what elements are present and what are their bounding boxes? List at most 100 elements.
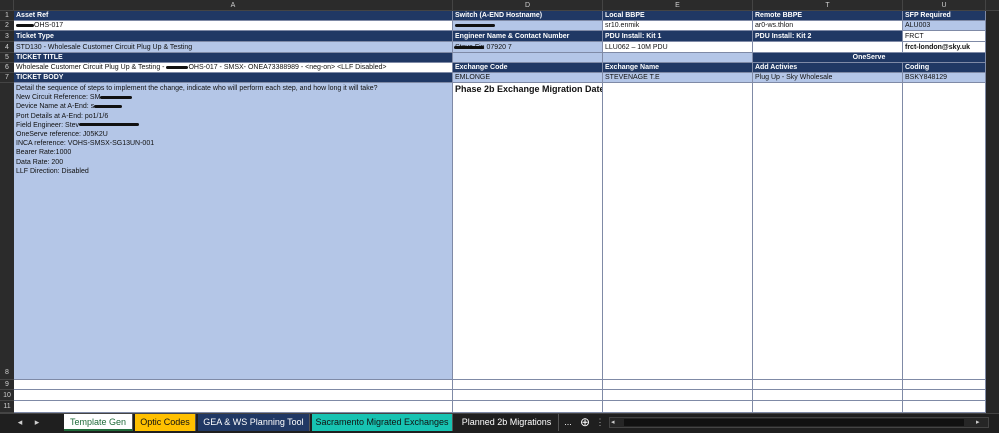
cell-pdu-kit2-label[interactable]: PDU Install: Kit 2 xyxy=(753,31,903,42)
cell-switch-value[interactable] xyxy=(453,21,603,31)
cell-ticket-body-value[interactable]: Detail the sequence of steps to implemen… xyxy=(14,83,453,380)
redaction-mark xyxy=(94,105,123,109)
body-line-bearer: Bearer Rate:1000 xyxy=(16,149,72,157)
redaction-mark xyxy=(166,65,189,69)
cell-switch-label[interactable]: Switch (A-END Hostname) xyxy=(453,11,603,21)
select-all-corner[interactable] xyxy=(0,0,14,11)
tab-scroll-left-icon[interactable]: ◂ xyxy=(12,414,28,431)
row-header-10[interactable]: 10 xyxy=(0,390,14,401)
scrollbar-thumb[interactable] xyxy=(624,419,964,426)
ticket-title-suffix: OHS-017 - SMSX- ONEA73388989 - <neg-on> … xyxy=(188,64,387,71)
body-line-circuit-wrap: New Circuit Reference: SM xyxy=(16,93,450,102)
column-header-bar: A D E T U xyxy=(0,0,999,11)
gridline xyxy=(902,380,903,413)
row-header-9[interactable]: 9 xyxy=(0,380,14,390)
cell-exchange-code-label[interactable]: Exchange Code xyxy=(453,63,603,73)
cell-local-bbpe-value[interactable]: sr10.enmik xyxy=(603,21,753,31)
cell-local-bbpe-label[interactable]: Local BBPE xyxy=(603,11,753,21)
column-header-t[interactable]: T xyxy=(753,0,903,11)
vertical-scrollbar[interactable] xyxy=(986,11,999,413)
body-intro: Detail the sequence of steps to implemen… xyxy=(16,85,378,92)
scroll-right-arrow-icon[interactable]: ▸ xyxy=(976,419,984,426)
cell-frct-email[interactable]: frct-london@sky.uk xyxy=(903,42,986,53)
cell-t8-empty[interactable] xyxy=(753,83,903,380)
cell-remote-bbpe-value[interactable]: ar0-ws.thlon xyxy=(753,21,903,31)
column-header-a[interactable]: A xyxy=(14,0,453,11)
horizontal-scrollbar[interactable]: ◂ ▸ xyxy=(609,417,989,428)
cell-add-activities-value[interactable]: Plug Up - Sky Wholesale xyxy=(753,73,903,83)
body-line-port: Port Details at A-End: po1/1/6 xyxy=(16,112,109,120)
cell-coding-label[interactable]: Coding xyxy=(903,63,986,73)
cell-e5-empty[interactable] xyxy=(603,53,753,63)
row-9-cells[interactable] xyxy=(14,380,986,390)
redaction-mark xyxy=(16,23,34,27)
row-header-11[interactable]: 11 xyxy=(0,401,14,413)
cell-e8-empty[interactable] xyxy=(603,83,753,380)
asset-ref-text: OHS-017 xyxy=(34,22,64,29)
cell-pdu-kit1-label[interactable]: PDU Install: Kit 1 xyxy=(603,31,753,42)
cell-u8-empty[interactable] xyxy=(903,83,986,380)
cell-ticket-type-label[interactable]: Ticket Type xyxy=(14,31,453,42)
redaction-mark xyxy=(453,45,484,49)
row-10-cells[interactable] xyxy=(14,390,986,401)
body-line-llf: LLF Direction: Disabled xyxy=(16,167,89,175)
cell-migration-date-label[interactable]: Phase 2b Exchange Migration Date: xyxy=(453,83,603,380)
tab-planned-2b-migrations[interactable]: Planned 2b Migrations xyxy=(455,414,559,431)
cell-sfp-label[interactable]: SFP Required xyxy=(903,11,986,21)
row-11-cells[interactable] xyxy=(14,401,986,413)
cell-oneserve-merged-label[interactable]: OneServe xyxy=(753,53,986,63)
ticket-title-prefix: Wholesale Customer Circuit Plug Up & Tes… xyxy=(16,64,167,71)
tab-template-gen[interactable]: Template Gen xyxy=(64,414,133,431)
gridline xyxy=(752,380,753,413)
tab-scroll-right-icon[interactable]: ▸ xyxy=(29,414,45,431)
cell-engineer-label[interactable]: Engineer Name & Contact Number xyxy=(453,31,603,42)
body-line-engineer: Field Engineer: Stev xyxy=(16,121,80,129)
row-header-6[interactable]: 6 xyxy=(0,63,14,73)
cell-exchange-name-label[interactable]: Exchange Name xyxy=(603,63,753,73)
cell-ticket-title-value[interactable]: Wholesale Customer Circuit Plug Up & Tes… xyxy=(14,63,453,73)
body-line-engineer-wrap: Field Engineer: Stev xyxy=(16,121,450,130)
column-header-d[interactable]: D xyxy=(453,0,603,11)
gridline xyxy=(602,380,603,413)
cell-remote-bbpe-label[interactable]: Remote BBPE xyxy=(753,11,903,21)
cell-pdu-kit1-value[interactable]: LLU062 – 10M PDU xyxy=(603,42,753,53)
cell-sfp-value[interactable]: ALU003 xyxy=(903,21,986,31)
row-header-5[interactable]: 5 xyxy=(0,53,14,63)
tab-gea-ws-planning-tool[interactable]: GEA & WS Planning Tool xyxy=(198,414,310,431)
row-header-7[interactable]: 7 xyxy=(0,73,14,83)
redaction-mark xyxy=(79,123,140,127)
row-header-2[interactable]: 2 xyxy=(0,21,14,31)
column-header-e[interactable]: E xyxy=(603,0,753,11)
body-line-device: Device Name at A-End: s xyxy=(16,103,95,111)
cell-asset-ref-value[interactable]: OHS-017 xyxy=(14,21,453,31)
row-header-4[interactable]: 4 xyxy=(0,42,14,53)
cell-ticket-type-value[interactable]: STD130 - Wholesale Customer Circuit Plug… xyxy=(14,42,453,53)
cell-pdu-kit2-value[interactable] xyxy=(753,42,903,53)
cell-ticket-title-label[interactable]: TICKET TITLE xyxy=(14,53,453,63)
body-line-circuit: New Circuit Reference: SM xyxy=(16,94,101,102)
gridline xyxy=(452,380,453,413)
cell-d5-empty[interactable] xyxy=(453,53,603,63)
add-sheet-icon[interactable]: ⊕ xyxy=(577,414,593,431)
cell-add-activities-label[interactable]: Add Activies xyxy=(753,63,903,73)
cell-frct-label[interactable]: FRCT xyxy=(903,31,986,42)
scroll-left-arrow-icon[interactable]: ◂ xyxy=(611,419,619,426)
row-header-3[interactable]: 3 xyxy=(0,31,14,42)
tab-sacramento-migrated-exchanges[interactable]: Sacramento Migrated Exchanges xyxy=(312,414,453,431)
cell-engineer-value[interactable]: Steve Fin 07920 7 xyxy=(453,42,603,53)
cell-exchange-name-value[interactable]: STEVENAGE T.E xyxy=(603,73,753,83)
tab-more-button[interactable]: ... xyxy=(561,414,575,431)
cell-exchange-code-value[interactable]: EMLONGE xyxy=(453,73,603,83)
tab-optic-codes[interactable]: Optic Codes xyxy=(135,414,196,431)
redaction-mark xyxy=(455,23,495,27)
body-line-oneserve: OneServe reference: J05K2U xyxy=(16,131,108,139)
row-header-8[interactable]: 8 xyxy=(0,83,14,380)
body-line-inca: INCA reference: VOHS-SMSX-SG13UN-001 xyxy=(16,140,155,148)
redaction-mark xyxy=(100,95,133,99)
column-header-u[interactable]: U xyxy=(903,0,986,11)
cell-asset-ref-label[interactable]: Asset Ref xyxy=(14,11,453,21)
row-header-1[interactable]: 1 xyxy=(0,11,14,21)
cell-ticket-body-label[interactable]: TICKET BODY xyxy=(14,73,453,83)
cell-coding-value[interactable]: BSKY848129 xyxy=(903,73,986,83)
splitter-handle-icon[interactable]: ⋮ xyxy=(595,414,605,431)
